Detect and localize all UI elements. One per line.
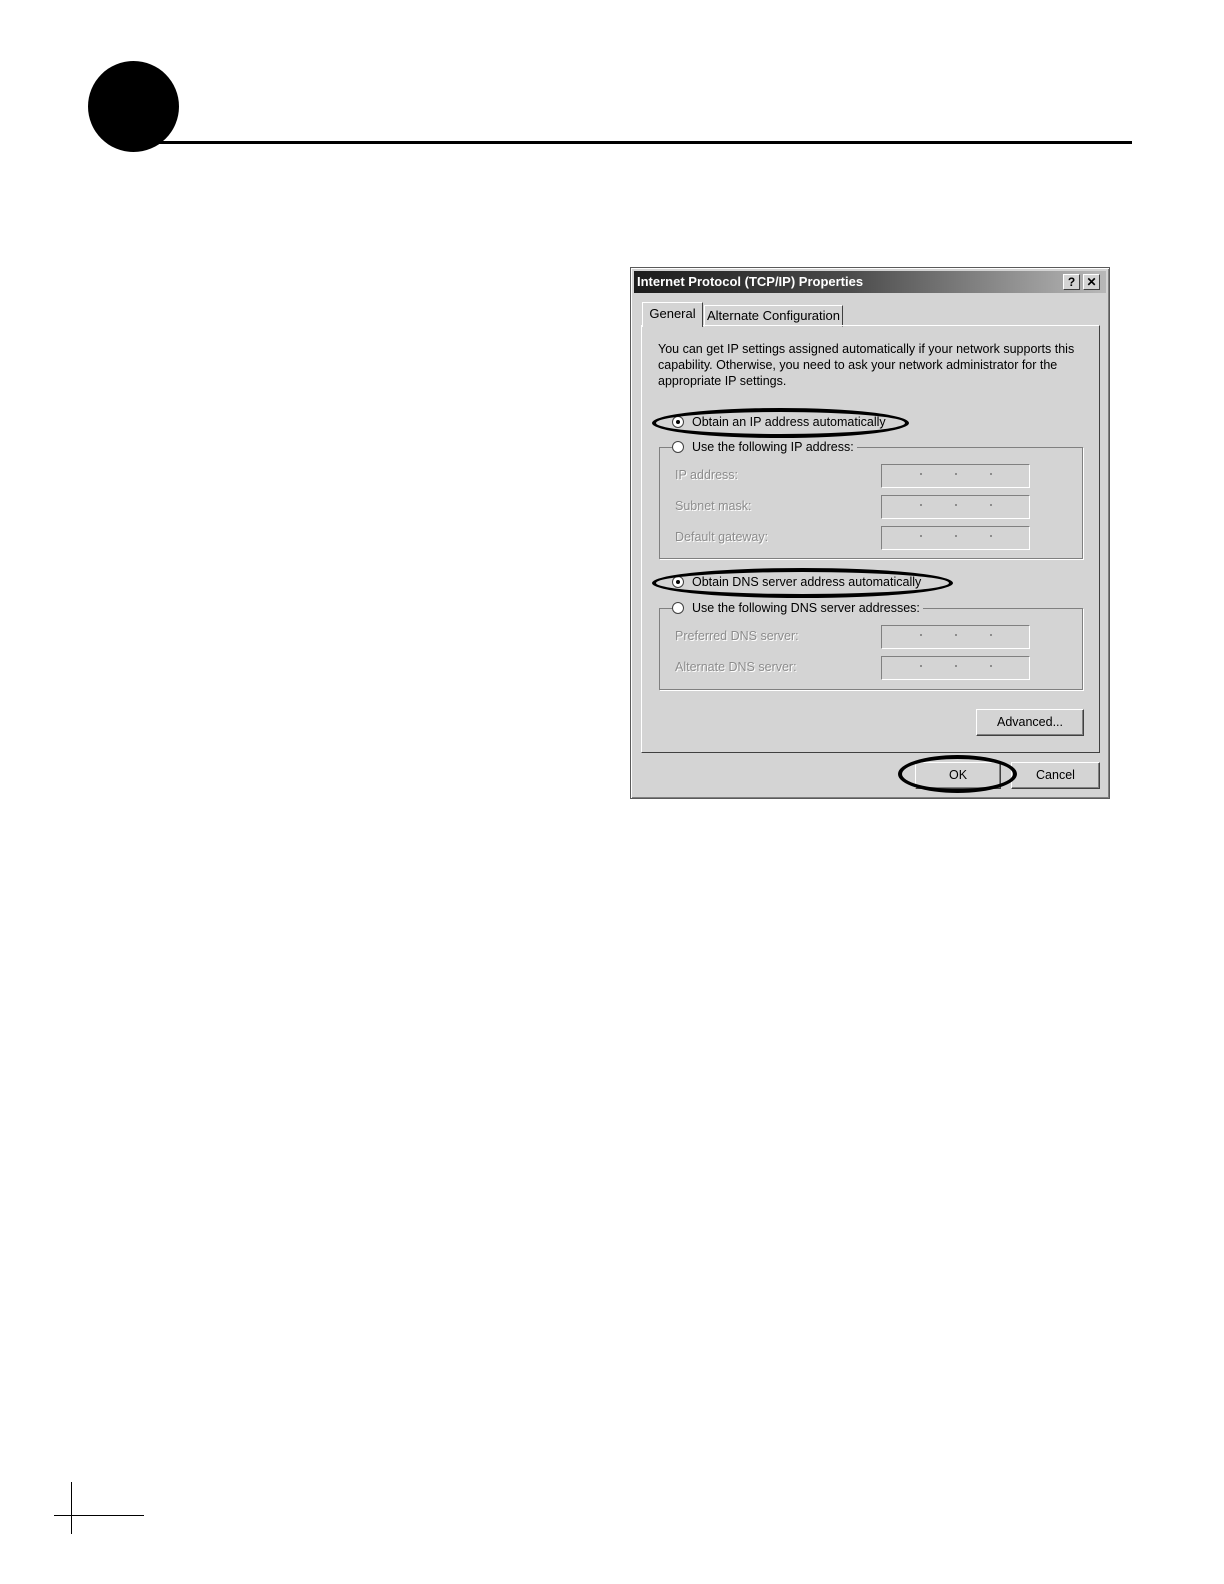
- use-following-ip-label: Use the following IP address:: [692, 440, 854, 454]
- cancel-button[interactable]: Cancel: [1011, 762, 1100, 789]
- use-following-dns-option[interactable]: Use the following DNS server addresses:: [672, 601, 923, 615]
- step-bullet-circle: [88, 61, 179, 152]
- header-rule: [150, 141, 1132, 144]
- obtain-ip-auto-label: Obtain an IP address automatically: [692, 415, 886, 429]
- alternate-dns-label: Alternate DNS server:: [675, 660, 797, 674]
- preferred-dns-field[interactable]: [881, 625, 1030, 649]
- use-following-ip-option[interactable]: Use the following IP address:: [672, 440, 857, 454]
- use-following-dns-label: Use the following DNS server addresses:: [692, 601, 920, 615]
- crop-mark-vertical: [71, 1482, 72, 1534]
- close-button[interactable]: ✕: [1083, 274, 1100, 290]
- ok-button[interactable]: OK: [915, 762, 1001, 789]
- tab-alternate-configuration[interactable]: Alternate Configuration: [704, 305, 843, 327]
- title-bar[interactable]: Internet Protocol (TCP/IP) Properties ? …: [634, 271, 1106, 293]
- obtain-dns-auto-radio[interactable]: [672, 576, 684, 588]
- default-gateway-label: Default gateway:: [675, 530, 769, 544]
- use-following-ip-radio[interactable]: [672, 441, 684, 453]
- advanced-button[interactable]: Advanced...: [976, 709, 1084, 736]
- default-gateway-field[interactable]: [881, 526, 1030, 550]
- subnet-mask-label: Subnet mask:: [675, 499, 752, 513]
- obtain-dns-auto-label: Obtain DNS server address automatically: [692, 575, 922, 589]
- ip-address-field[interactable]: [881, 464, 1030, 488]
- preferred-dns-label: Preferred DNS server:: [675, 629, 799, 643]
- intro-text: You can get IP settings assigned automat…: [658, 342, 1075, 388]
- obtain-ip-auto-radio[interactable]: [672, 416, 684, 428]
- help-button[interactable]: ?: [1063, 274, 1080, 290]
- ip-address-label: IP address:: [675, 468, 739, 482]
- use-following-dns-radio[interactable]: [672, 602, 684, 614]
- subnet-mask-field[interactable]: [881, 495, 1030, 519]
- tcpip-properties-dialog: Internet Protocol (TCP/IP) Properties ? …: [630, 267, 1110, 799]
- obtain-dns-auto-option[interactable]: Obtain DNS server address automatically: [672, 575, 925, 589]
- obtain-ip-auto-option[interactable]: Obtain an IP address automatically: [672, 415, 889, 429]
- crop-mark-horizontal: [54, 1515, 144, 1516]
- alternate-dns-field[interactable]: [881, 656, 1030, 680]
- tab-general[interactable]: General: [642, 302, 703, 327]
- dialog-title: Internet Protocol (TCP/IP) Properties: [637, 274, 864, 289]
